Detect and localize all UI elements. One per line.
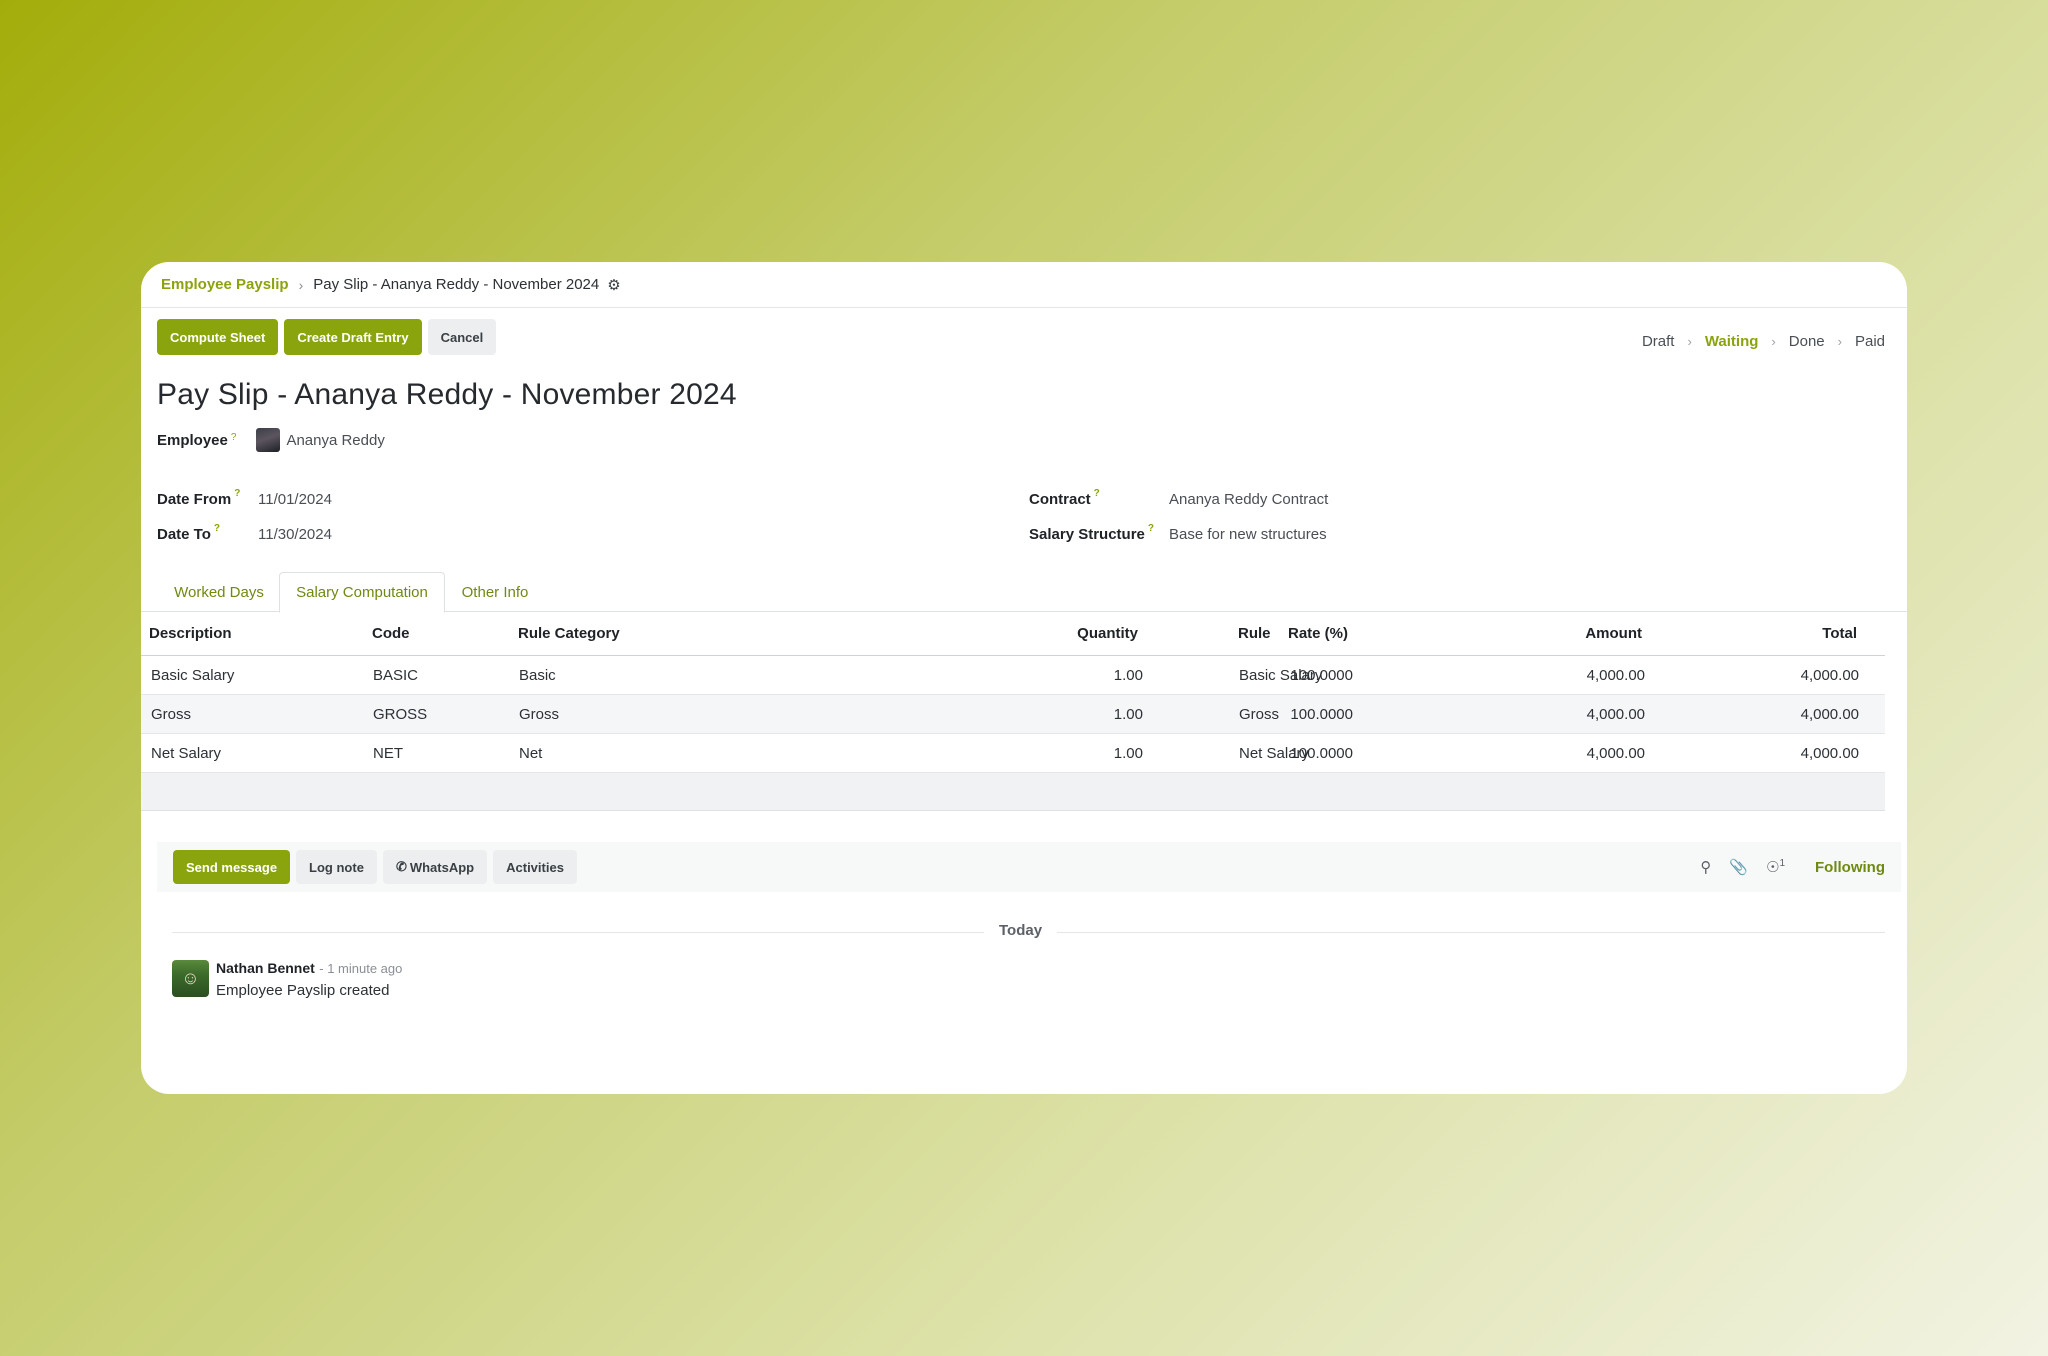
cell-rule: Gross (1239, 705, 1280, 723)
contract-field: Contract? Ananya Reddy Contract (1029, 488, 1328, 508)
avatar[interactable]: ☺ (172, 960, 209, 997)
whatsapp-icon: ✆ (395, 859, 407, 874)
page-title: Pay Slip - Ananya Reddy - November 2024 (157, 378, 737, 411)
cell-amount: 4,000.00 (1586, 744, 1645, 762)
date-divider-label: Today (984, 922, 1058, 939)
status-waiting[interactable]: Waiting (1705, 333, 1759, 350)
salary-structure-label: Salary Structure (1029, 526, 1145, 543)
message-body: Employee Payslip created (216, 982, 390, 999)
activities-button[interactable]: Activities (493, 850, 577, 884)
employee-label: Employee (157, 431, 228, 449)
column-header[interactable]: Quantity (1077, 612, 1138, 655)
message-author[interactable]: Nathan Bennet (216, 960, 315, 976)
avatar (256, 428, 281, 452)
gear-icon[interactable]: ⚙ (607, 276, 620, 294)
whatsapp-button[interactable]: ✆ WhatsApp (382, 850, 488, 884)
salary-structure-value[interactable]: Base for new structures (1169, 526, 1327, 543)
date-to-value[interactable]: 11/30/2024 (258, 526, 332, 543)
status-bar: Draft › Waiting › Done › Paid (1642, 333, 1885, 350)
table-header: Description Code Rule Category Quantity … (141, 612, 1885, 656)
column-header[interactable]: Rate (%) (1288, 612, 1348, 655)
cell-description: Basic Salary (151, 666, 235, 684)
payslip-window: Employee Payslip › Pay Slip - Ananya Red… (141, 262, 1907, 1094)
cell-amount: 4,000.00 (1586, 705, 1645, 723)
salary-structure-field: Salary Structure? Base for new structure… (1029, 523, 1327, 543)
date-from-value[interactable]: 11/01/2024 (258, 491, 332, 508)
column-header[interactable]: Rule Category (518, 612, 620, 655)
cell-code: BASIC (373, 666, 419, 684)
cell-quantity: 1.00 (1113, 744, 1143, 762)
date-to-field: Date To? 11/30/2024 (157, 523, 332, 543)
cell-description: Net Salary (151, 744, 222, 762)
compute-sheet-button[interactable]: Compute Sheet (157, 319, 279, 355)
chevron-right-icon: › (1837, 334, 1842, 349)
contract-label: Contract (1029, 491, 1091, 508)
employee-field: Employee ? Ananya Reddy (157, 428, 385, 452)
help-icon[interactable]: ? (214, 523, 220, 534)
column-header[interactable]: Description (149, 612, 232, 655)
create-draft-entry-button[interactable]: Create Draft Entry (284, 319, 422, 355)
tab-bar: Worked Days Salary Computation Other Inf… (141, 572, 1907, 613)
cell-quantity: 1.00 (1113, 666, 1143, 684)
cell-rule-category: Gross (519, 705, 560, 723)
chevron-right-icon: › (1771, 334, 1776, 349)
status-draft[interactable]: Draft (1642, 333, 1675, 350)
column-header[interactable]: Rule (1238, 612, 1271, 655)
table-row[interactable]: Basic Salary BASIC Basic 1.00 100.0000 B… (141, 656, 1885, 695)
help-icon[interactable]: ? (234, 488, 240, 499)
cell-quantity: 1.00 (1113, 705, 1143, 723)
table-row[interactable]: Gross GROSS Gross 1.00 100.0000 Gross 4,… (141, 695, 1885, 734)
column-header[interactable]: Code (372, 612, 410, 655)
message-time: - 1 minute ago (319, 961, 403, 976)
chevron-right-icon: › (298, 276, 304, 293)
column-header[interactable]: Total (1822, 612, 1857, 655)
salary-computation-table: Description Code Rule Category Quantity … (141, 612, 1885, 811)
cell-total: 4,000.00 (1800, 666, 1859, 684)
table-footer (141, 773, 1885, 811)
column-header[interactable]: Amount (1585, 612, 1642, 655)
cell-total: 4,000.00 (1800, 705, 1859, 723)
chatter-toolbar: Send message Log note ✆ WhatsApp Activiti… (157, 842, 1901, 892)
search-icon[interactable]: ⚲ (1700, 858, 1711, 876)
cell-code: NET (373, 744, 403, 762)
tab-worked-days[interactable]: Worked Days (157, 572, 281, 613)
whatsapp-label: WhatsApp (409, 859, 475, 875)
date-to-label: Date To (157, 526, 211, 543)
cell-rule-category: Basic (519, 666, 556, 684)
cell-rate: 100.0000 (1290, 705, 1353, 723)
tab-salary-computation[interactable]: Salary Computation (279, 572, 445, 613)
send-message-button[interactable]: Send message (173, 850, 291, 884)
chatter-message: ☺ Nathan Bennet - 1 minute ago Employee … (172, 960, 402, 999)
help-icon[interactable]: ? (231, 432, 237, 443)
help-icon[interactable]: ? (1094, 488, 1100, 499)
tab-other-info[interactable]: Other Info (445, 572, 545, 613)
status-done[interactable]: Done (1789, 333, 1825, 350)
followers-icon[interactable]: ☉1 (1766, 858, 1785, 876)
status-paid[interactable]: Paid (1855, 333, 1885, 350)
log-note-button[interactable]: Log note (296, 850, 377, 884)
breadcrumb-parent-link[interactable]: Employee Payslip (161, 276, 289, 293)
action-buttons: Compute Sheet Create Draft Entry Cancel (157, 319, 497, 355)
cell-rule: Basic Salary (1239, 666, 1323, 684)
chatter-icons: ⚲ 📎 ☉1 Following (1700, 842, 1901, 892)
cancel-button[interactable]: Cancel (427, 319, 497, 355)
date-from-label: Date From (157, 491, 232, 508)
chevron-right-icon: › (1687, 334, 1692, 349)
cell-rule-category: Net (519, 744, 543, 762)
cell-amount: 4,000.00 (1586, 666, 1645, 684)
employee-value[interactable]: Ananya Reddy (286, 432, 384, 449)
followers-count: 1 (1779, 858, 1786, 869)
following-button[interactable]: Following (1815, 859, 1885, 876)
help-icon[interactable]: ? (1148, 523, 1154, 534)
cell-rule: Net Salary (1239, 744, 1310, 762)
cell-description: Gross (151, 705, 192, 723)
cell-total: 4,000.00 (1800, 744, 1859, 762)
date-from-field: Date From? 11/01/2024 (157, 488, 332, 508)
contract-value[interactable]: Ananya Reddy Contract (1169, 491, 1328, 508)
breadcrumb: Employee Payslip › Pay Slip - Ananya Red… (141, 262, 1907, 308)
cell-code: GROSS (373, 705, 428, 723)
breadcrumb-current: Pay Slip - Ananya Reddy - November 2024 (313, 276, 600, 293)
table-row[interactable]: Net Salary NET Net 1.00 100.0000 Net Sal… (141, 734, 1885, 773)
paperclip-icon[interactable]: 📎 (1729, 858, 1748, 876)
